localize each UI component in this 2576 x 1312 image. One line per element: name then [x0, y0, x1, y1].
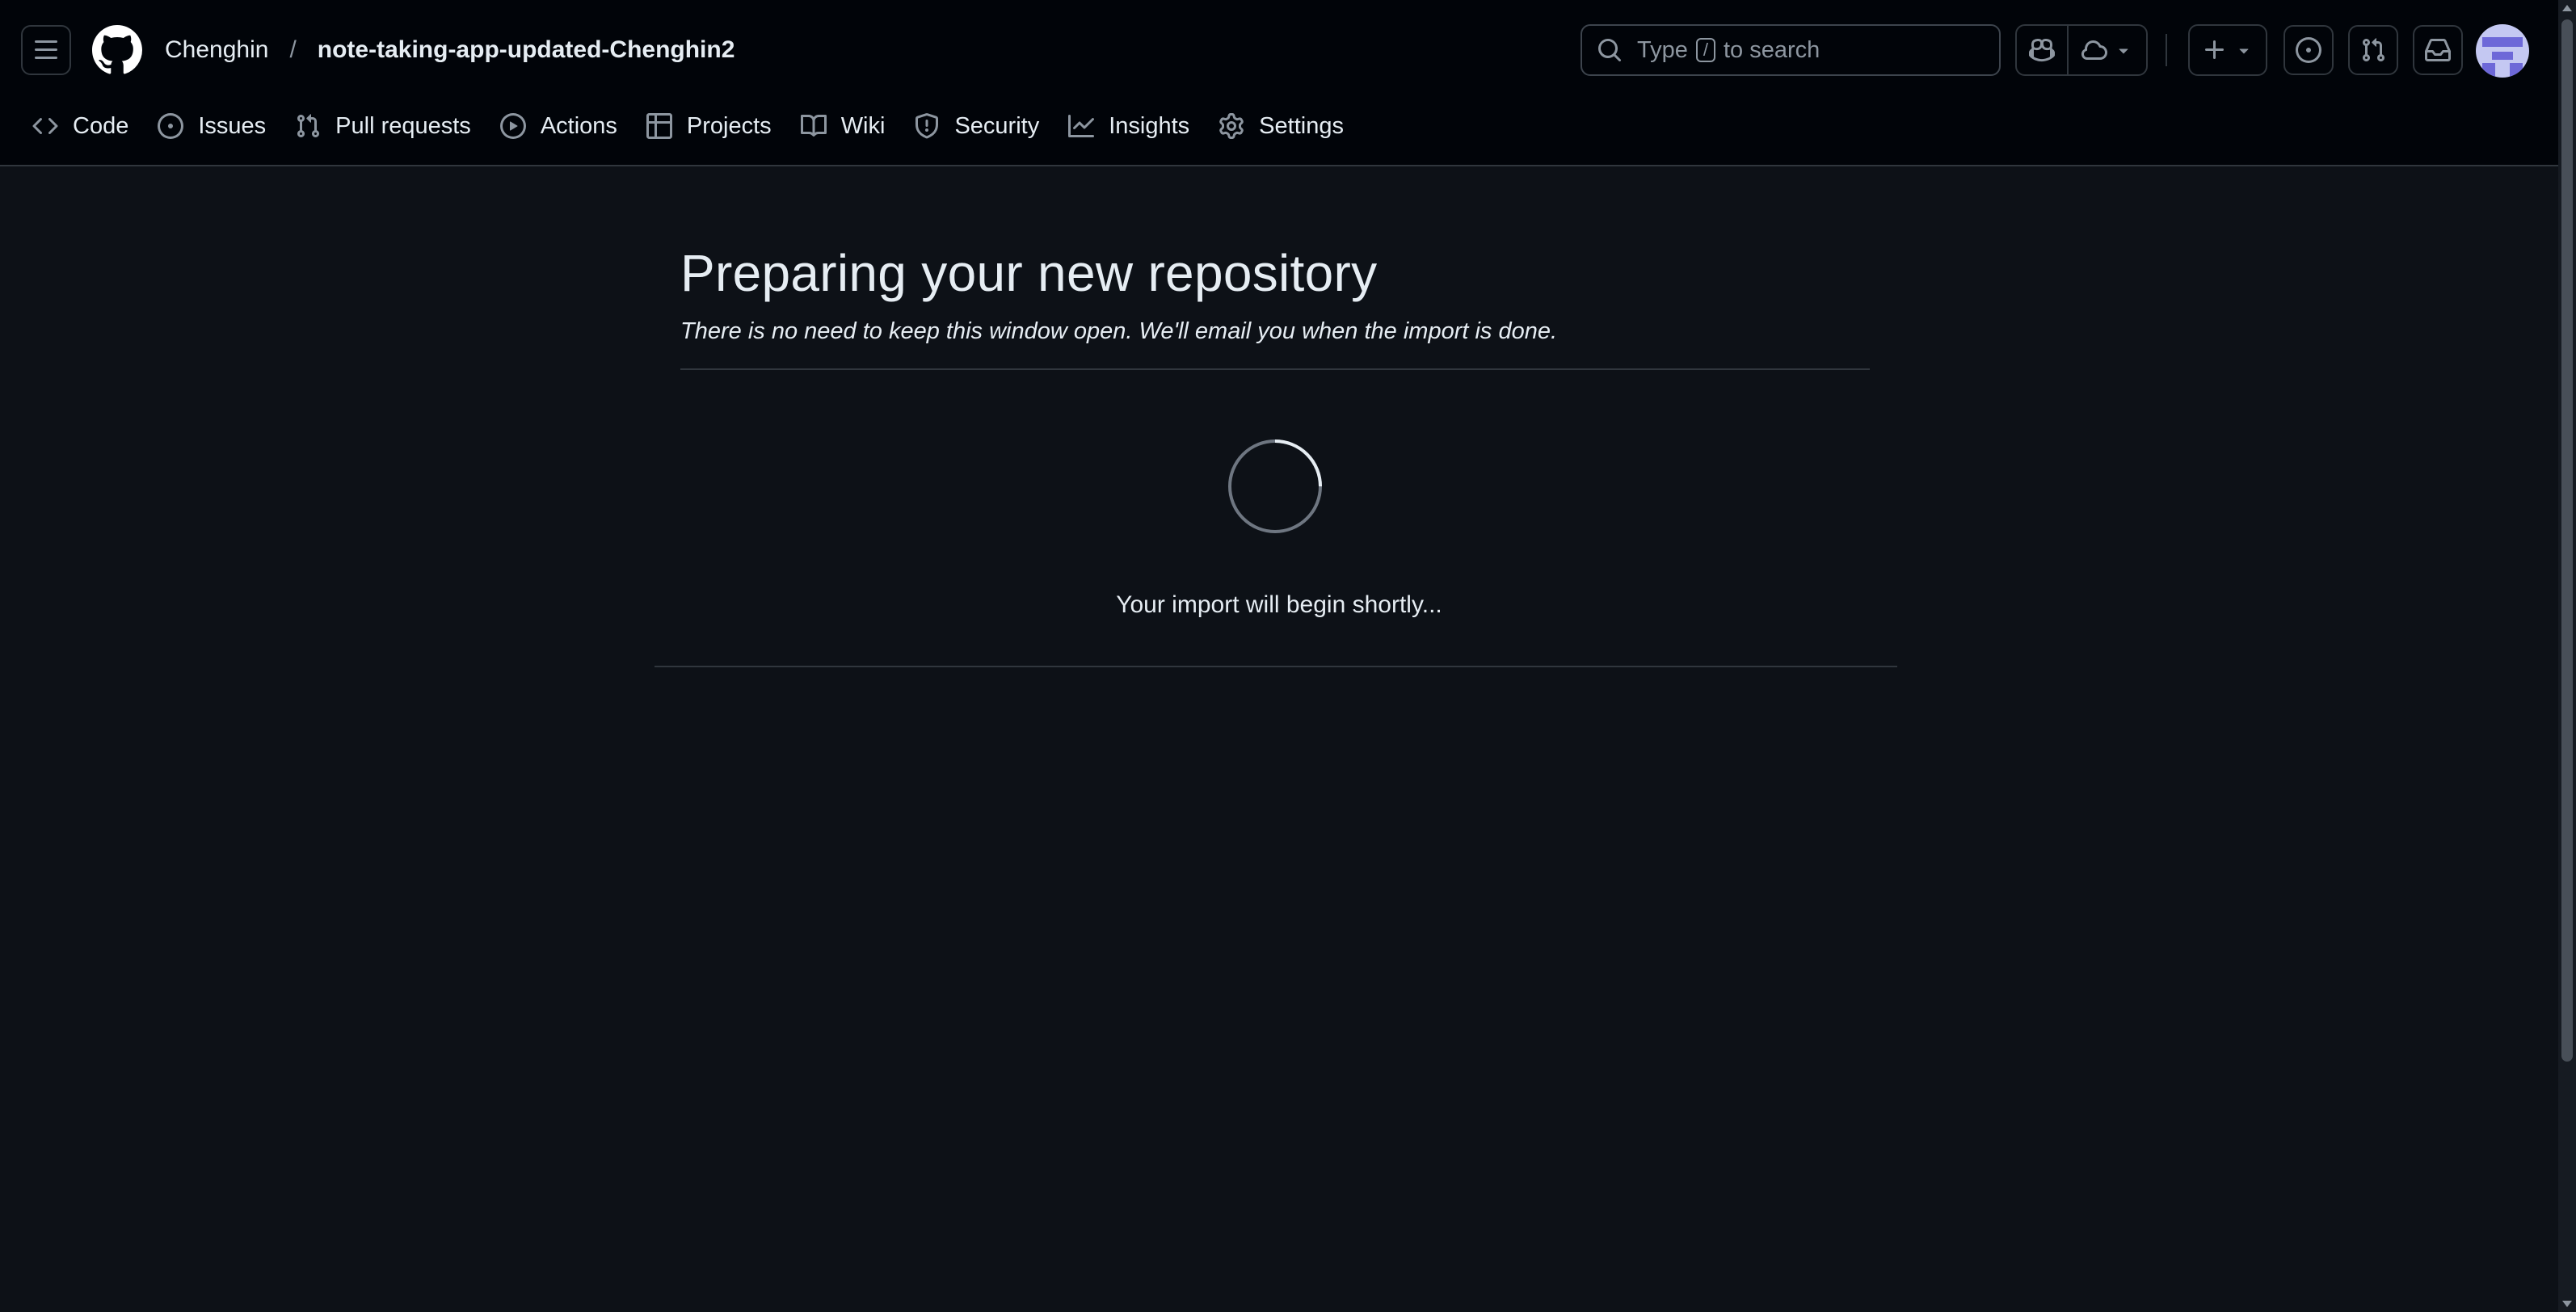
search-prefix-text: Type [1637, 36, 1688, 63]
scroll-up-arrow-icon[interactable] [2562, 5, 2572, 11]
tab-projects[interactable]: Projects [635, 100, 783, 152]
divider [680, 368, 1870, 370]
tab-wiki[interactable]: Wiki [789, 100, 897, 152]
github-logo-icon[interactable] [92, 25, 142, 75]
tab-label: Security [954, 112, 1040, 139]
tab-insights[interactable]: Insights [1057, 100, 1201, 152]
scrollbar-thumb[interactable] [2561, 19, 2573, 1062]
copilot-cloud-dropdown[interactable] [2069, 26, 2146, 74]
tab-pull-requests[interactable]: Pull requests [284, 100, 482, 152]
code-icon [32, 117, 58, 135]
repo-navigation: Code Issues Pull requests Actions Projec… [21, 100, 1362, 165]
tab-label: Wiki [840, 112, 886, 139]
search-suffix-text: to search [1724, 36, 1820, 63]
hamburger-menu-icon [35, 40, 57, 59]
tab-label: Issues [198, 112, 267, 139]
copilot-icon [2029, 38, 2055, 62]
tab-issues[interactable]: Issues [146, 100, 277, 152]
breadcrumb-owner-link[interactable]: Chenghin [165, 32, 268, 68]
your-pull-requests-button[interactable] [2348, 25, 2398, 75]
inbox-icon [2425, 39, 2451, 61]
global-bar: Chenghin / note-taking-app-updated-Cheng… [0, 0, 2558, 100]
issue-opened-icon [2296, 37, 2321, 63]
page-scrollbar[interactable] [2558, 0, 2576, 1312]
book-icon [800, 114, 827, 137]
cloud-icon [2081, 40, 2107, 61]
copilot-button-group [2015, 24, 2148, 76]
tab-label: Actions [540, 112, 617, 139]
git-pull-request-icon [297, 114, 320, 138]
page-title: Preparing your new repository [680, 244, 1378, 302]
git-pull-request-icon [2362, 38, 2385, 62]
tab-label: Code [73, 112, 129, 139]
gear-icon [1219, 113, 1244, 139]
tab-settings[interactable]: Settings [1207, 100, 1355, 152]
copilot-button[interactable] [2017, 26, 2069, 74]
divider [655, 666, 1897, 667]
breadcrumb-separator: / [289, 36, 297, 63]
import-status-panel: Preparing your new repository There is n… [680, 218, 1870, 347]
header-divider [2166, 34, 2167, 66]
import-status-text: Your import will begin shortly... [1116, 591, 1442, 618]
table-icon [646, 113, 672, 139]
user-avatar[interactable] [2476, 24, 2529, 78]
search-input[interactable]: Type / to search [1581, 24, 2001, 76]
shield-icon [915, 113, 939, 139]
loading-spinner-icon [1228, 439, 1322, 533]
breadcrumb: Chenghin / note-taking-app-updated-Cheng… [165, 32, 734, 68]
play-icon [499, 113, 526, 139]
tab-label: Projects [686, 112, 772, 139]
tab-label: Settings [1259, 112, 1344, 139]
tab-security[interactable]: Security [903, 100, 1050, 152]
create-new-dropdown[interactable] [2188, 24, 2267, 76]
your-issues-button[interactable] [2283, 25, 2334, 75]
open-navigation-button[interactable] [21, 25, 71, 75]
scroll-down-arrow-icon[interactable] [2562, 1301, 2572, 1307]
plus-icon [2205, 40, 2224, 59]
app-header: Chenghin / note-taking-app-updated-Cheng… [0, 0, 2558, 166]
tab-actions[interactable]: Actions [489, 100, 629, 152]
tab-label: Insights [1109, 112, 1190, 139]
breadcrumb-repo-link[interactable]: note-taking-app-updated-Chenghin2 [318, 32, 735, 68]
search-shortcut-key: / [1695, 38, 1715, 62]
chevron-down-icon [2239, 48, 2249, 54]
chevron-down-icon [2119, 48, 2128, 54]
graph-icon [1068, 115, 1095, 137]
tab-label: Pull requests [335, 112, 471, 139]
search-icon [1598, 39, 1622, 62]
notifications-inbox-button[interactable] [2413, 25, 2463, 75]
issue-opened-icon [158, 113, 184, 139]
tab-code[interactable]: Code [21, 100, 140, 152]
page-subtitle: There is no need to keep this window ope… [680, 318, 1558, 344]
